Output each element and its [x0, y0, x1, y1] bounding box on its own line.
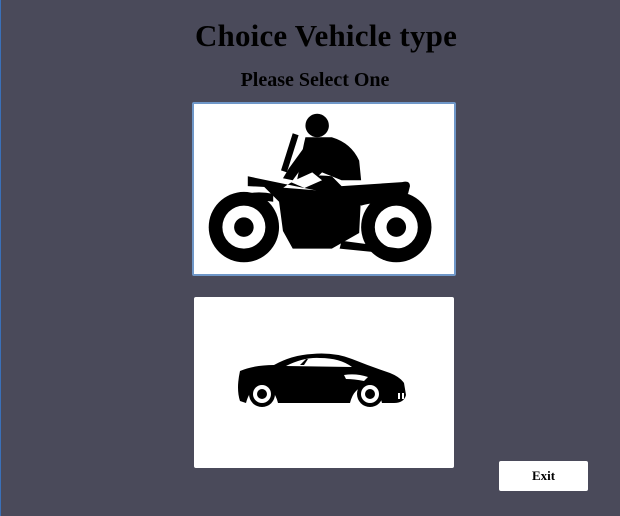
car-option-button[interactable]: [194, 297, 454, 468]
page-subtitle: Please Select One: [240, 69, 390, 91]
motorcycle-option-button[interactable]: [192, 102, 456, 276]
motorcycle-icon: [208, 113, 432, 263]
car-icon: [238, 353, 406, 407]
page-title: Choice Vehicle type: [194, 18, 458, 53]
exit-button[interactable]: Exit: [499, 461, 588, 491]
